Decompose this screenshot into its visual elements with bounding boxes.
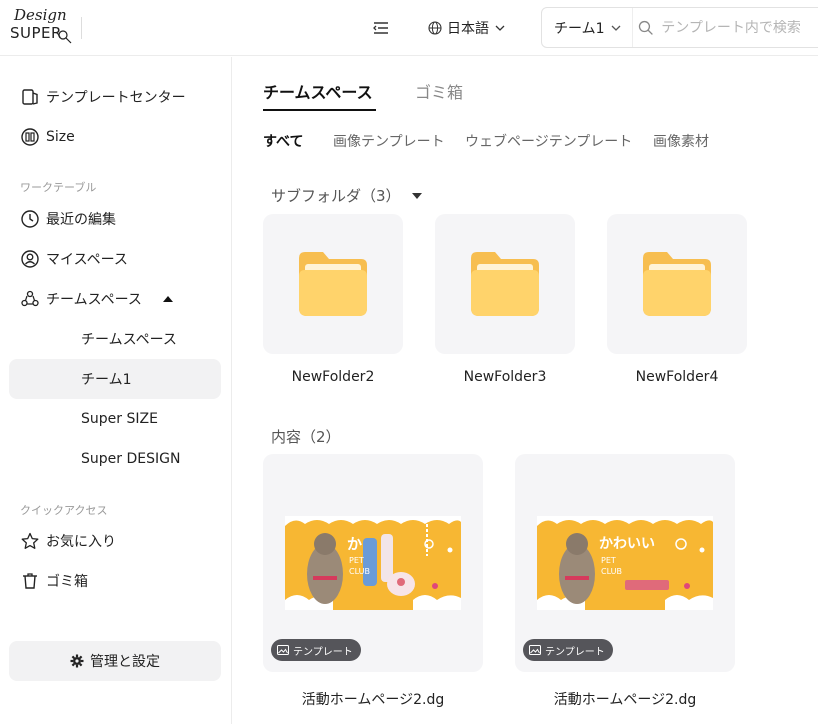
search-bar: チーム1 xyxy=(541,7,818,48)
team-icon xyxy=(21,290,39,307)
menu-collapse-icon[interactable] xyxy=(371,18,391,38)
template-name[interactable]: 活動ホームページ2.dg xyxy=(515,689,735,709)
sidebar-item-label: テンプレートセンター xyxy=(46,90,186,106)
thumbnail-art xyxy=(537,516,713,610)
sidebar-item-label: マイスペース xyxy=(46,252,128,268)
folder-card[interactable] xyxy=(607,214,747,354)
template-thumbnail: か PET CLUB xyxy=(285,516,461,610)
sidebar-subitem-team1[interactable]: チーム1 xyxy=(9,359,221,399)
star-icon xyxy=(21,532,39,549)
folder-icon xyxy=(643,252,711,316)
sidebar-subitem-label: チーム1 xyxy=(81,372,132,388)
header-divider xyxy=(81,17,82,39)
image-icon xyxy=(529,645,541,655)
template-type-label: テンプレート xyxy=(293,646,353,658)
sidebar: テンプレートセンター Size ワークテーブル 最近の編集 マイスペース チーム… xyxy=(0,57,232,724)
thumbnail-subtitle-2: CLUB xyxy=(601,567,622,576)
template-center-icon xyxy=(22,89,38,105)
logo-magnifier-icon xyxy=(58,30,72,44)
sidebar-item-label: 最近の編集 xyxy=(46,212,116,228)
thumbnail-art xyxy=(285,516,461,610)
template-card[interactable]: か PET CLUB テンプレート xyxy=(263,454,483,672)
sidebar-subitem-super-size[interactable]: Super SIZE xyxy=(9,399,221,439)
folder-card[interactable] xyxy=(263,214,403,354)
section-label-quick-access: クイックアクセス xyxy=(20,504,108,517)
content-group-header: 内容（2） xyxy=(271,426,341,447)
content-group-title: 内容（2） xyxy=(271,428,341,446)
chevron-down-icon xyxy=(611,25,620,31)
language-selector[interactable]: 日本語 xyxy=(428,18,506,38)
template-type-label: テンプレート xyxy=(545,646,605,658)
template-type-badge: テンプレート xyxy=(523,639,613,661)
sidebar-item-label: ゴミ箱 xyxy=(46,574,88,590)
folder-name[interactable]: NewFolder4 xyxy=(607,369,747,385)
app-logo[interactable]: Design SUPER xyxy=(8,6,72,48)
tab-team-space[interactable]: チームスペース xyxy=(263,79,373,103)
globe-icon xyxy=(428,21,442,35)
logo-text-top: Design xyxy=(14,6,67,24)
thumbnail-subtitle-1: PET xyxy=(349,556,364,565)
subfolder-group-header[interactable]: サブフォルダ（3） xyxy=(271,185,423,206)
tab-trash[interactable]: ゴミ箱 xyxy=(415,79,463,103)
sidebar-subitem-team-space[interactable]: チームスペース xyxy=(9,319,221,359)
sidebar-subitem-label: チームスペース xyxy=(81,332,177,348)
settings-button[interactable]: 管理と設定 xyxy=(9,641,221,681)
folder-icon xyxy=(471,252,539,316)
filter-image-assets[interactable]: 画像素材 xyxy=(653,131,709,151)
folder-icon xyxy=(299,252,367,316)
sidebar-item-size[interactable]: Size xyxy=(20,125,75,149)
template-thumbnail: かわいい PET CLUB xyxy=(537,516,713,610)
search-input[interactable] xyxy=(661,19,818,36)
caret-up-icon[interactable] xyxy=(162,294,174,304)
caret-down-icon xyxy=(411,192,422,199)
search-icon xyxy=(639,20,654,35)
sidebar-subitem-label: Super DESIGN xyxy=(81,451,181,467)
sidebar-subitem-label: Super SIZE xyxy=(81,411,158,427)
thumbnail-subtitle-1: PET xyxy=(601,556,616,565)
sidebar-item-label: お気に入り xyxy=(46,534,116,550)
thumbnail-subtitle-2: CLUB xyxy=(349,567,370,576)
user-circle-icon xyxy=(21,250,39,268)
template-type-badge: テンプレート xyxy=(271,639,361,661)
language-label: 日本語 xyxy=(447,21,489,37)
filter-webpage-templates[interactable]: ウェブページテンプレート xyxy=(465,131,632,151)
team-selector[interactable]: チーム1 xyxy=(542,8,634,47)
image-icon xyxy=(277,645,289,655)
folder-name[interactable]: NewFolder2 xyxy=(263,369,403,385)
sidebar-item-trash[interactable]: ゴミ箱 xyxy=(20,569,88,593)
clock-icon xyxy=(21,210,39,228)
settings-button-label: 管理と設定 xyxy=(90,654,160,670)
filter-all[interactable]: すべて xyxy=(263,131,303,151)
folder-card[interactable] xyxy=(435,214,575,354)
team-selector-label: チーム1 xyxy=(554,20,605,37)
sidebar-item-label: チームスペース xyxy=(46,292,142,308)
top-header: Design SUPER 日本語 チーム1 xyxy=(0,0,818,56)
sidebar-item-favorites[interactable]: お気に入り xyxy=(20,529,116,553)
gear-icon xyxy=(70,654,84,668)
sidebar-item-label: Size xyxy=(46,129,75,145)
trash-icon xyxy=(23,573,37,589)
template-name[interactable]: 活動ホームページ2.dg xyxy=(263,689,483,709)
template-card[interactable]: かわいい PET CLUB テンプレート xyxy=(515,454,735,672)
thumbnail-title: かわいい xyxy=(599,536,655,552)
main-content: チームスペース ゴミ箱 すべて 画像テンプレート ウェブページテンプレート 画像… xyxy=(233,57,818,724)
sidebar-item-recent[interactable]: 最近の編集 xyxy=(20,207,116,231)
size-icon xyxy=(21,128,39,146)
thumbnail-title: か xyxy=(347,535,363,553)
logo-text-bottom: SUPER xyxy=(10,24,62,42)
sidebar-item-template-center[interactable]: テンプレートセンター xyxy=(20,85,186,109)
chevron-down-icon xyxy=(495,25,505,31)
filter-image-templates[interactable]: 画像テンプレート xyxy=(333,131,445,151)
sidebar-item-my-space[interactable]: マイスペース xyxy=(20,247,128,271)
active-tab-indicator xyxy=(263,109,376,111)
sidebar-subitem-super-design[interactable]: Super DESIGN xyxy=(9,439,221,479)
folder-name[interactable]: NewFolder3 xyxy=(435,369,575,385)
section-label-worktable: ワークテーブル xyxy=(20,181,97,194)
sidebar-item-team-space[interactable]: チームスペース xyxy=(20,287,174,311)
subfolder-group-title: サブフォルダ（3） xyxy=(271,187,401,205)
